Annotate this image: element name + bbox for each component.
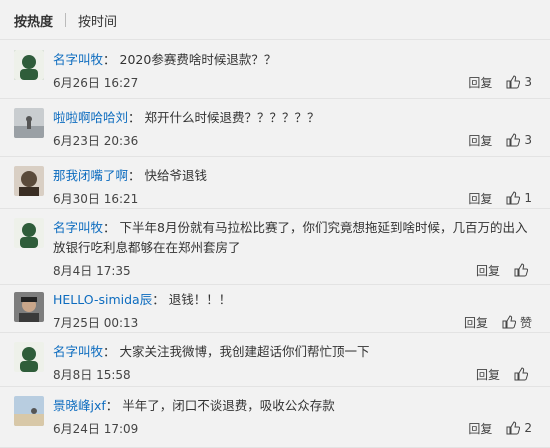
comment-username[interactable]: HELLO-simida辰 <box>53 292 152 307</box>
comment-text: 大家关注我微博，我创建超话你们帮忙顶一下 <box>119 344 370 359</box>
sort-bar: 按热度 按时间 <box>0 0 550 40</box>
reply-button[interactable]: 回复 <box>464 314 488 331</box>
thumbs-up-icon <box>514 367 528 381</box>
avatar[interactable] <box>14 218 44 248</box>
comment-text: 2020参赛费啥时候退款？？ <box>119 52 277 67</box>
like-count: 3 <box>524 133 532 147</box>
thumbs-up-icon <box>514 263 528 277</box>
like-label: 赞 <box>519 315 532 330</box>
comment-username[interactable]: 景晓峰jxf <box>53 398 106 413</box>
comment-list: 名字叫牧： 2020参赛费啥时候退款？？ 6月26日 16:27 回复 3 啦啦… <box>0 41 550 448</box>
comment-text: 半年了，闭口不谈退费，吸收公众存款 <box>122 398 335 413</box>
comment-item: 名字叫牧： 2020参赛费啥时候退款？？ 6月26日 16:27 回复 3 <box>0 41 550 99</box>
comment-item: 名字叫牧： 大家关注我微博，我创建超话你们帮忙顶一下 8月8日 15:58 回复 <box>0 333 550 387</box>
comment-username[interactable]: 啦啦啊哈哈刘 <box>53 110 128 125</box>
thumbs-up-icon <box>506 191 521 205</box>
like-count: 1 <box>524 191 532 205</box>
thumbs-up-icon <box>506 75 521 89</box>
like-button[interactable]: 3 <box>506 133 532 147</box>
like-button[interactable]: 2 <box>506 421 532 435</box>
thumbs-up-icon <box>506 421 521 435</box>
comment-item: 那我闭嘴了啊： 快给爷退钱 6月30日 16:21 回复 1 <box>0 157 550 209</box>
comment-item: HELLO-simida辰： 退钱！！！ 7月25日 00:13 回复 赞 <box>0 285 550 333</box>
comment-text: 郑开什么时候退费？？？？？？ <box>144 110 320 125</box>
comment-item: 名字叫牧： 下半年8月份就有马拉松比赛了，你们究竟想拖延到啥时候，几百万的出入放… <box>0 209 550 285</box>
sort-divider <box>65 13 67 27</box>
comment-username[interactable]: 那我闭嘴了啊 <box>53 168 128 183</box>
like-button[interactable]: 赞 <box>502 314 532 331</box>
comment-time: 7月25日 00:13 <box>53 315 139 330</box>
avatar-image-icon <box>14 342 44 372</box>
like-button[interactable] <box>514 367 532 381</box>
comment-time: 6月23日 20:36 <box>53 133 139 148</box>
comment-time: 6月26日 16:27 <box>53 75 139 90</box>
like-count: 2 <box>524 421 532 435</box>
avatar[interactable] <box>14 342 44 372</box>
sort-by-time-tab[interactable]: 按时间 <box>78 11 117 30</box>
reply-button[interactable]: 回复 <box>468 74 492 91</box>
comment-item: 景晓峰jxf： 半年了，闭口不谈退费，吸收公众存款 6月24日 17:09 回复… <box>0 387 550 448</box>
comment-item: 啦啦啊哈哈刘： 郑开什么时候退费？？？？？？ 6月23日 20:36 回复 3 <box>0 99 550 157</box>
comment-username[interactable]: 名字叫牧 <box>53 220 103 235</box>
thumbs-up-icon <box>506 133 521 147</box>
avatar[interactable] <box>14 108 44 138</box>
comment-text: 下半年8月份就有马拉松比赛了，你们究竟想拖延到啥时候，几百万的出入放银行吃利息都… <box>53 220 528 255</box>
divider <box>0 39 550 40</box>
like-button[interactable] <box>514 263 532 277</box>
sort-by-hot-tab[interactable]: 按热度 <box>14 11 53 30</box>
reply-button[interactable]: 回复 <box>468 420 492 437</box>
comment-username[interactable]: 名字叫牧 <box>53 344 103 359</box>
avatar[interactable] <box>14 166 44 196</box>
comment-time: 8月4日 17:35 <box>53 263 131 278</box>
avatar-image-icon <box>14 50 44 80</box>
avatar[interactable] <box>14 292 44 322</box>
like-button[interactable]: 3 <box>506 75 532 89</box>
comment-time: 6月30日 16:21 <box>53 191 139 206</box>
comment-username[interactable]: 名字叫牧 <box>53 52 103 67</box>
comment-time: 6月24日 17:09 <box>53 421 139 436</box>
reply-button[interactable]: 回复 <box>476 262 500 279</box>
reply-button[interactable]: 回复 <box>468 132 492 149</box>
avatar-image-icon <box>14 108 44 138</box>
thumbs-up-icon <box>502 315 516 329</box>
avatar[interactable] <box>14 50 44 80</box>
avatar-image-icon <box>14 218 44 248</box>
reply-button[interactable]: 回复 <box>476 366 500 383</box>
reply-button[interactable]: 回复 <box>468 190 492 207</box>
avatar-image-icon <box>14 166 44 196</box>
comment-text: 快给爷退钱 <box>144 168 208 183</box>
like-count: 3 <box>524 75 532 89</box>
like-button[interactable]: 1 <box>506 191 532 205</box>
comment-time: 8月8日 15:58 <box>53 367 131 382</box>
avatar-image-icon <box>14 292 44 322</box>
comment-text: 退钱！！！ <box>168 292 232 307</box>
